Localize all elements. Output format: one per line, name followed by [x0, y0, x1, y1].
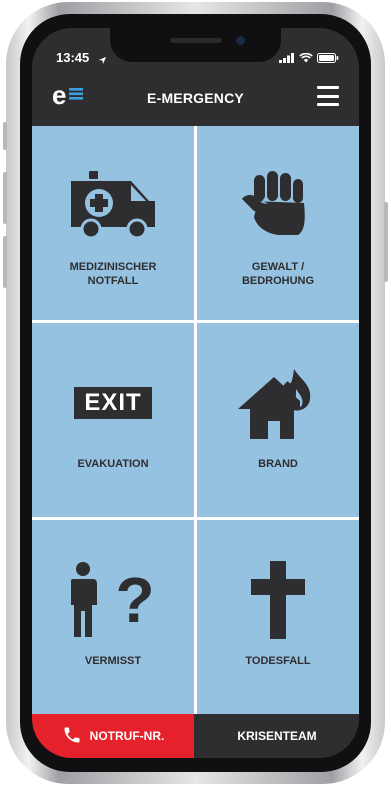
power-button — [384, 202, 388, 282]
notch — [110, 28, 281, 62]
status-time: 13:45 — [56, 50, 90, 65]
phone-frame: 13:45 e E-MERGENCY MEDIZINISCHER NOTFALL… — [3, 2, 388, 784]
mute-switch — [3, 122, 7, 150]
exit-sign-text: EXIT — [84, 389, 142, 416]
missing-person-icon: ? — [32, 560, 194, 640]
bottom-bar: NOTRUF-NR. KRISENTEAM — [32, 714, 359, 758]
front-camera — [236, 36, 245, 45]
tile-label: TODESFALL — [245, 655, 311, 667]
speaker-grille — [170, 38, 222, 43]
app-screen: 13:45 e E-MERGENCY MEDIZINISCHER NOTFALL… — [32, 28, 359, 758]
tile-label: EVAKUATION — [77, 458, 149, 470]
emergency-number-button[interactable]: NOTRUF-NR. — [32, 714, 194, 758]
emergency-number-label: NOTRUF-NR. — [89, 729, 165, 743]
burning-house-icon — [197, 363, 359, 443]
question-mark-glyph: ? — [115, 564, 155, 636]
phone-bezel: 13:45 e E-MERGENCY MEDIZINISCHER NOTFALL… — [20, 14, 371, 772]
fist-icon — [197, 166, 359, 246]
cellular-signal-icon — [279, 50, 295, 68]
crisis-team-button[interactable]: KRISENTEAM — [195, 714, 359, 758]
tile-evacuation[interactable]: EXIT EVAKUATION — [32, 323, 194, 517]
cross-icon — [197, 560, 359, 640]
app-title: E-MERGENCY — [147, 90, 244, 106]
exit-sign-icon: EXIT — [32, 363, 194, 443]
emergency-grid: MEDIZINISCHER NOTFALL GEWALT / BEDROHUNG… — [32, 126, 359, 714]
wifi-icon — [299, 50, 313, 68]
app-header: e E-MERGENCY — [32, 70, 359, 126]
battery-icon — [317, 50, 339, 68]
tile-label: VERMISST — [84, 655, 142, 667]
volume-down-button — [3, 236, 7, 288]
tile-death[interactable]: TODESFALL — [197, 520, 359, 714]
status-icons — [279, 50, 339, 68]
tile-medical-emergency[interactable]: MEDIZINISCHER NOTFALL — [32, 126, 194, 320]
tile-label: GEWALT / BEDROHUNG — [241, 261, 315, 287]
status-bar: 13:45 — [32, 28, 359, 70]
hamburger-menu-icon[interactable] — [317, 86, 339, 106]
crisis-team-label: KRISENTEAM — [237, 729, 317, 743]
tile-fire[interactable]: BRAND — [197, 323, 359, 517]
volume-up-button — [3, 172, 7, 224]
tile-label: MEDIZINISCHER NOTFALL — [69, 261, 157, 287]
ambulance-icon — [32, 166, 194, 246]
tile-missing-person[interactable]: ? VERMISST — [32, 520, 194, 714]
location-arrow-icon — [98, 52, 107, 70]
tile-label: BRAND — [258, 458, 298, 470]
phone-icon — [62, 725, 82, 748]
tile-violence-threat[interactable]: GEWALT / BEDROHUNG — [197, 126, 359, 320]
